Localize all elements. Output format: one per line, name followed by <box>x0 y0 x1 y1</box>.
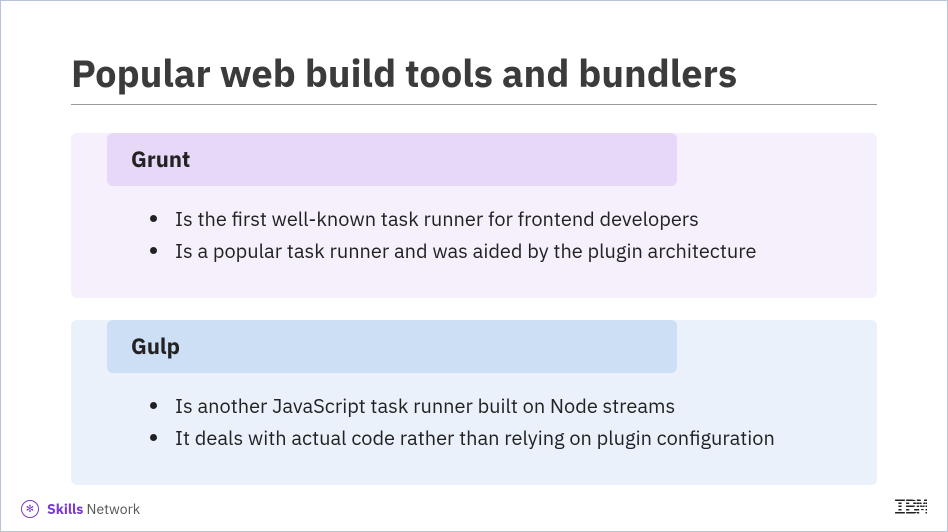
slide: Popular web build tools and bundlers Gru… <box>1 1 947 485</box>
section-heading-grunt: Grunt <box>107 133 677 186</box>
bullet-list-gulp: Is another JavaScript task runner built … <box>171 391 877 453</box>
list-item: Is another JavaScript task runner built … <box>171 391 877 421</box>
section-heading-gulp: Gulp <box>107 320 677 373</box>
list-item: Is the first well-known task runner for … <box>171 204 877 234</box>
skills-network-brand: ✻ Skills Network <box>21 500 140 518</box>
list-item: Is a popular task runner and was aided b… <box>171 236 877 266</box>
list-item: It deals with actual code rather than re… <box>171 423 877 453</box>
section-gulp: Gulp Is another JavaScript task runner b… <box>71 320 877 485</box>
page-title: Popular web build tools and bundlers <box>71 49 877 105</box>
section-grunt: Grunt Is the first well-known task runne… <box>71 133 877 298</box>
skills-network-text: Skills Network <box>47 500 140 518</box>
skills-network-icon: ✻ <box>21 500 39 518</box>
ibm-logo: IBM <box>893 496 927 521</box>
bullet-list-grunt: Is the first well-known task runner for … <box>171 204 877 266</box>
footer: ✻ Skills Network IBM <box>21 496 927 521</box>
